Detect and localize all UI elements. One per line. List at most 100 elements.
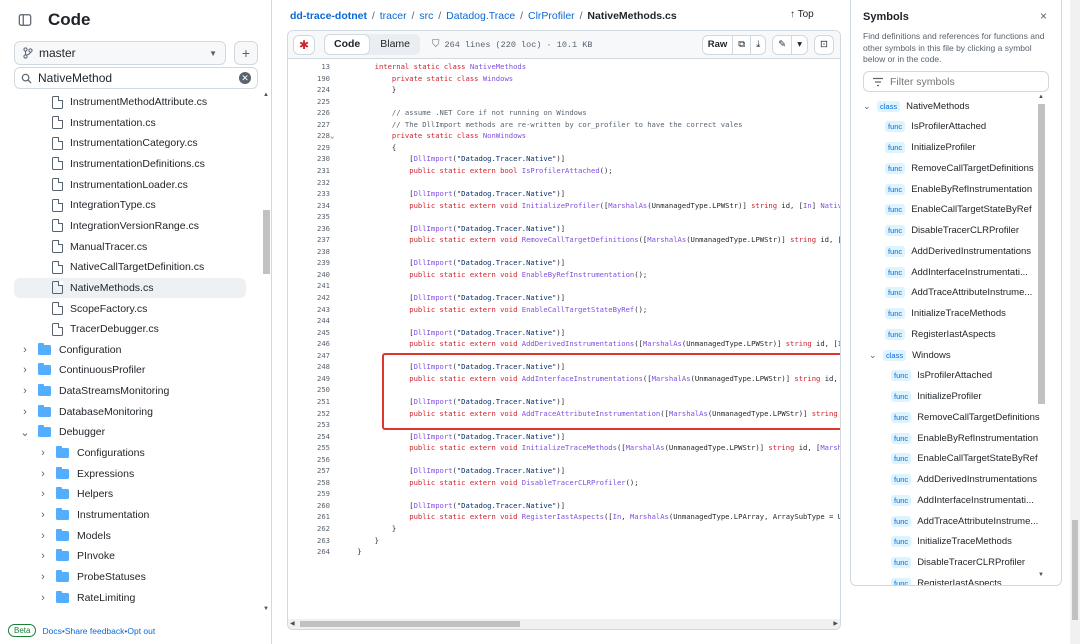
symbol-func-item[interactable]: func DisableTracerCLRProfiler (891, 553, 1025, 573)
code-token[interactable]: MarshalAs (643, 339, 682, 348)
code-token[interactable]: AddDerivedInstrumentations (522, 339, 635, 348)
code-token[interactable]: MarshalAs (608, 201, 647, 210)
line-number[interactable]: 251 (288, 396, 330, 407)
symbol-func-item[interactable]: func InitializeTraceMethods (891, 532, 1012, 552)
symbol-func-item[interactable]: func AddInterfaceInstrumentati... (891, 490, 1034, 510)
docs-link[interactable]: Docs (42, 626, 61, 636)
file-tree-folder[interactable]: › RateLimiting (14, 588, 246, 608)
line-number[interactable]: 236 (288, 223, 330, 234)
line-number[interactable]: 241 (288, 280, 330, 291)
file-tree-folder[interactable]: › ProbeStatuses (14, 567, 246, 587)
line-number[interactable]: 242 (288, 292, 330, 303)
code-token[interactable]: MarshalAs (647, 235, 686, 244)
code-token[interactable]: DllImport (414, 328, 453, 337)
code-token[interactable]: DllImport (414, 466, 453, 475)
line-number[interactable]: 244 (288, 315, 330, 326)
file-tree-file[interactable]: IntegrationVersionRange.cs (14, 216, 246, 236)
symbol-func-item[interactable]: func RemoveCallTargetDefinitions (885, 158, 1034, 178)
line-number[interactable]: 247 (288, 350, 330, 361)
line-number[interactable]: 227 (288, 119, 330, 130)
symbol-func-item[interactable]: func EnableByRefInstrumentation (885, 179, 1032, 199)
line-number[interactable]: 261 (288, 511, 330, 522)
line-number[interactable]: 263 (288, 535, 330, 546)
symbol-func-item[interactable]: func RegisterIastAspects (891, 573, 1002, 585)
code-token[interactable]: MarshalAs (626, 443, 665, 452)
line-number[interactable]: 226 (288, 107, 330, 118)
line-number[interactable]: 256 (288, 454, 330, 465)
symbol-func-item[interactable]: func InitializeProfiler (891, 387, 982, 407)
file-tree-file[interactable]: TracerDebugger.cs (14, 319, 246, 339)
scrollbar-thumb[interactable] (263, 210, 270, 274)
edit-pencil-icon[interactable]: ✎ (773, 36, 791, 54)
line-number[interactable]: 234 (288, 200, 330, 211)
symbol-func-item[interactable]: func AddTraceAttributeInstrume... (885, 283, 1032, 303)
code-token[interactable]: EnableCallTargetStateByRef (522, 305, 635, 314)
code-token[interactable]: RegisterIastAspects (522, 512, 604, 521)
symbol-func-item[interactable]: func RemoveCallTargetDefinitions (891, 407, 1040, 427)
line-number[interactable]: 246 (288, 338, 330, 349)
breadcrumb-item[interactable]: Datadog.Trace (446, 10, 515, 22)
copy-icon[interactable]: ⧉ (732, 36, 750, 54)
code-token[interactable]: DisableTracerCLRProfiler (522, 478, 626, 487)
code-tab[interactable]: Code (324, 34, 371, 55)
file-tree-folder[interactable]: › Models (14, 526, 246, 546)
line-number[interactable]: 229 (288, 142, 330, 153)
file-tree-file[interactable]: InstrumentationLoader.cs (14, 175, 246, 195)
line-number[interactable]: 262 (288, 523, 330, 534)
breadcrumb-item[interactable]: ClrProfiler (528, 10, 575, 22)
code-token[interactable]: DllImport (414, 154, 453, 163)
file-tree-file[interactable]: NativeMethods.cs (14, 277, 246, 298)
scroll-down-icon[interactable]: ▼ (263, 606, 269, 612)
line-number[interactable]: 237 (288, 234, 330, 245)
line-number[interactable]: 248 (288, 361, 330, 372)
code-token[interactable]: DllImport (414, 224, 453, 233)
file-tree-folder[interactable]: › Expressions (14, 464, 246, 484)
scroll-up-icon[interactable]: ▲ (263, 92, 269, 98)
symbol-class-item[interactable]: ⌄ class Windows (869, 345, 951, 365)
symbol-func-item[interactable]: func IsProfilerAttached (891, 366, 992, 386)
symbol-func-item[interactable]: func AddInterfaceInstrumentati... (885, 262, 1028, 282)
code-token[interactable]: NativeMethods (470, 62, 526, 71)
line-number[interactable]: 259 (288, 488, 330, 499)
code-token[interactable]: DllImport (414, 432, 453, 441)
breadcrumb-item[interactable]: src (419, 10, 433, 22)
code-token[interactable]: MarshalAs (630, 512, 669, 521)
line-number[interactable]: 233 (288, 188, 330, 199)
line-number[interactable]: 225 (288, 96, 330, 107)
code-token[interactable]: DllImport (414, 189, 453, 198)
line-number[interactable]: 13 (288, 61, 330, 72)
file-search-input[interactable] (38, 71, 239, 85)
symbol-func-item[interactable]: func RegisterIastAspects (885, 324, 996, 344)
file-tree-file[interactable]: ManualTracer.cs (14, 237, 246, 257)
symbol-func-item[interactable]: func DisableTracerCLRProfiler (885, 221, 1019, 241)
chevron-down-icon[interactable]: ⌄ (869, 350, 879, 361)
symbol-func-item[interactable]: func AddDerivedInstrumentations (891, 470, 1037, 490)
code-token[interactable]: InitializeProfiler (522, 201, 600, 210)
line-number[interactable]: 264 (288, 546, 330, 557)
line-number[interactable]: 231 (288, 165, 330, 176)
code-token[interactable]: MarshalAs (820, 443, 840, 452)
code-token[interactable]: IsProfilerAttached (522, 166, 600, 175)
line-number[interactable]: 238 (288, 246, 330, 257)
line-number[interactable]: 250 (288, 384, 330, 395)
symbol-func-item[interactable]: func AddTraceAttributeInstrume... (891, 511, 1038, 531)
clear-search-icon[interactable]: ✕ (239, 72, 251, 84)
breadcrumb-repo[interactable]: dd-trace-dotnet (290, 10, 367, 22)
scroll-left-icon[interactable]: ◀ (290, 620, 295, 627)
symbol-func-item[interactable]: func AddDerivedInstrumentations (885, 241, 1031, 261)
line-number[interactable]: 243 (288, 304, 330, 315)
file-tree-file[interactable]: Instrumentation.cs (14, 113, 246, 133)
chevron-down-icon[interactable]: ▾ (791, 36, 807, 54)
horizontal-scrollbar[interactable]: ◀ ▶ (288, 619, 840, 629)
line-number[interactable]: 224 (288, 84, 330, 95)
file-tree-folder[interactable]: › Configurations (14, 443, 246, 463)
file-tree-file[interactable]: ScopeFactory.cs (14, 299, 246, 319)
line-number[interactable]: 228 (288, 130, 330, 141)
fold-chevron-icon[interactable]: ⌄ (330, 130, 340, 141)
file-tree-file[interactable]: InstrumentMethodAttribute.cs (14, 92, 246, 112)
line-number[interactable]: 190 (288, 73, 330, 84)
download-icon[interactable]: ⤓ (750, 36, 765, 54)
scroll-right-icon[interactable]: ▶ (833, 620, 838, 627)
file-tree-folder[interactable]: › DataStreamsMonitoring (14, 381, 246, 401)
symbol-func-item[interactable]: func InitializeTraceMethods (885, 304, 1006, 324)
